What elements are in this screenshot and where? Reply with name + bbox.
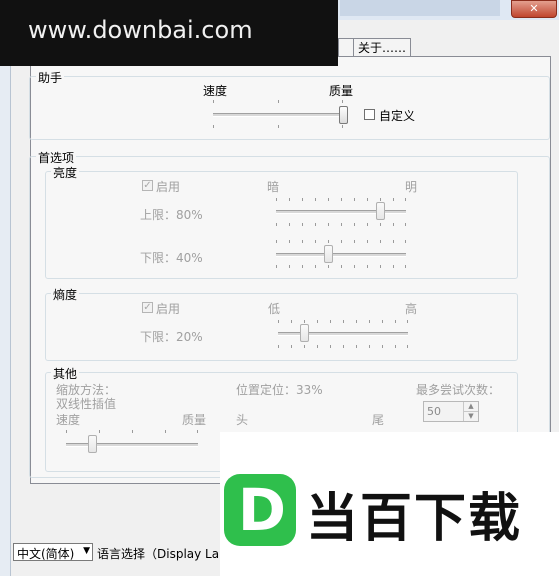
spinner-buttons: ▲ ▼	[463, 402, 478, 421]
brightness-dark-label: 暗	[267, 180, 280, 194]
tab-about[interactable]: 关于……	[353, 38, 412, 57]
scale-slider-ticks	[66, 430, 198, 433]
watermark-text: www.downbai.com	[28, 16, 253, 44]
scale-speed-label: 速度	[56, 413, 81, 427]
upper-slider-track[interactable]	[276, 210, 406, 214]
custom-checkbox[interactable]	[364, 109, 375, 120]
spinner-up-icon[interactable]: ▲	[464, 402, 478, 412]
brand-logo-text: 当百下载	[306, 489, 523, 549]
window-left-frame	[0, 20, 11, 576]
helper-slider-thumb[interactable]	[339, 106, 348, 124]
other-legend: 其他	[51, 365, 80, 382]
max-attempts-label: 最多尝试次数：	[416, 383, 501, 397]
entropy-high-label: 高	[405, 302, 418, 316]
upper-slider-ticks	[276, 198, 406, 201]
entropy-group	[45, 293, 518, 361]
scale-slider-thumb[interactable]	[88, 435, 98, 453]
helper-slider-ticks	[213, 100, 343, 103]
language-select[interactable]: 中文(简体) ▼	[13, 543, 93, 561]
tab-hidden[interactable]	[338, 38, 354, 57]
upper-slider-thumb[interactable]	[376, 202, 385, 220]
helper-quality-label: 质量	[329, 84, 354, 98]
brightness-upper-label: 上限：80%	[140, 208, 203, 222]
scale-method-value: 双线性插值	[56, 397, 117, 411]
chevron-down-icon: ▼	[83, 546, 90, 556]
helper-slider-track[interactable]	[213, 113, 343, 117]
brand-logo-icon: D	[224, 474, 296, 546]
brightness-legend: 亮度	[51, 164, 80, 181]
brand-logo-overlay: D 当百下载	[220, 432, 559, 576]
watermark-banner: www.downbai.com	[0, 0, 338, 66]
lower-slider-ticks	[276, 240, 406, 243]
entropy-slider-ticks	[278, 320, 408, 323]
scale-slider-track[interactable]	[66, 443, 198, 447]
brightness-enable-label: 启用	[156, 180, 181, 194]
upper-slider-ticks-bottom	[276, 223, 406, 226]
position-tail-label: 尾	[372, 413, 385, 427]
entropy-slider-track[interactable]	[278, 332, 408, 336]
close-icon: ✕	[529, 2, 539, 15]
scale-quality-label: 质量	[182, 413, 207, 427]
position-label: 位置定位：33%	[236, 383, 323, 397]
entropy-slider-ticks-bottom	[278, 345, 408, 348]
max-attempts-spinner[interactable]: 50 ▲ ▼	[423, 401, 479, 422]
language-select-value: 中文(简体)	[17, 547, 75, 561]
entropy-enable-checkbox[interactable]: ✓	[142, 302, 153, 313]
helper-legend: 助手	[36, 69, 65, 86]
entropy-enable-label: 启用	[156, 302, 181, 316]
title-glass	[340, 0, 500, 16]
brightness-lower-label: 下限：40%	[140, 251, 203, 265]
lower-slider-ticks-bottom	[276, 265, 406, 268]
custom-label: 自定义	[379, 109, 416, 123]
brightness-bright-label: 明	[405, 180, 418, 194]
max-attempts-value: 50	[427, 405, 441, 418]
position-head-label: 头	[236, 413, 249, 427]
lower-slider-thumb[interactable]	[324, 245, 333, 263]
close-button[interactable]: ✕	[511, 0, 557, 18]
tab-about-label: 关于……	[358, 41, 407, 55]
entropy-lower-label: 下限：20%	[140, 330, 203, 344]
lower-slider-track[interactable]	[276, 253, 406, 257]
helper-speed-label: 速度	[203, 84, 228, 98]
spinner-down-icon[interactable]: ▼	[464, 412, 478, 421]
entropy-slider-thumb[interactable]	[300, 324, 309, 342]
brand-logo-letter: D	[237, 476, 287, 544]
helper-group	[29, 76, 550, 140]
helper-slider-ticks-bottom	[213, 125, 343, 128]
entropy-low-label: 低	[268, 302, 281, 316]
brightness-enable-checkbox[interactable]: ✓	[142, 180, 153, 191]
entropy-legend: 熵度	[51, 286, 80, 303]
